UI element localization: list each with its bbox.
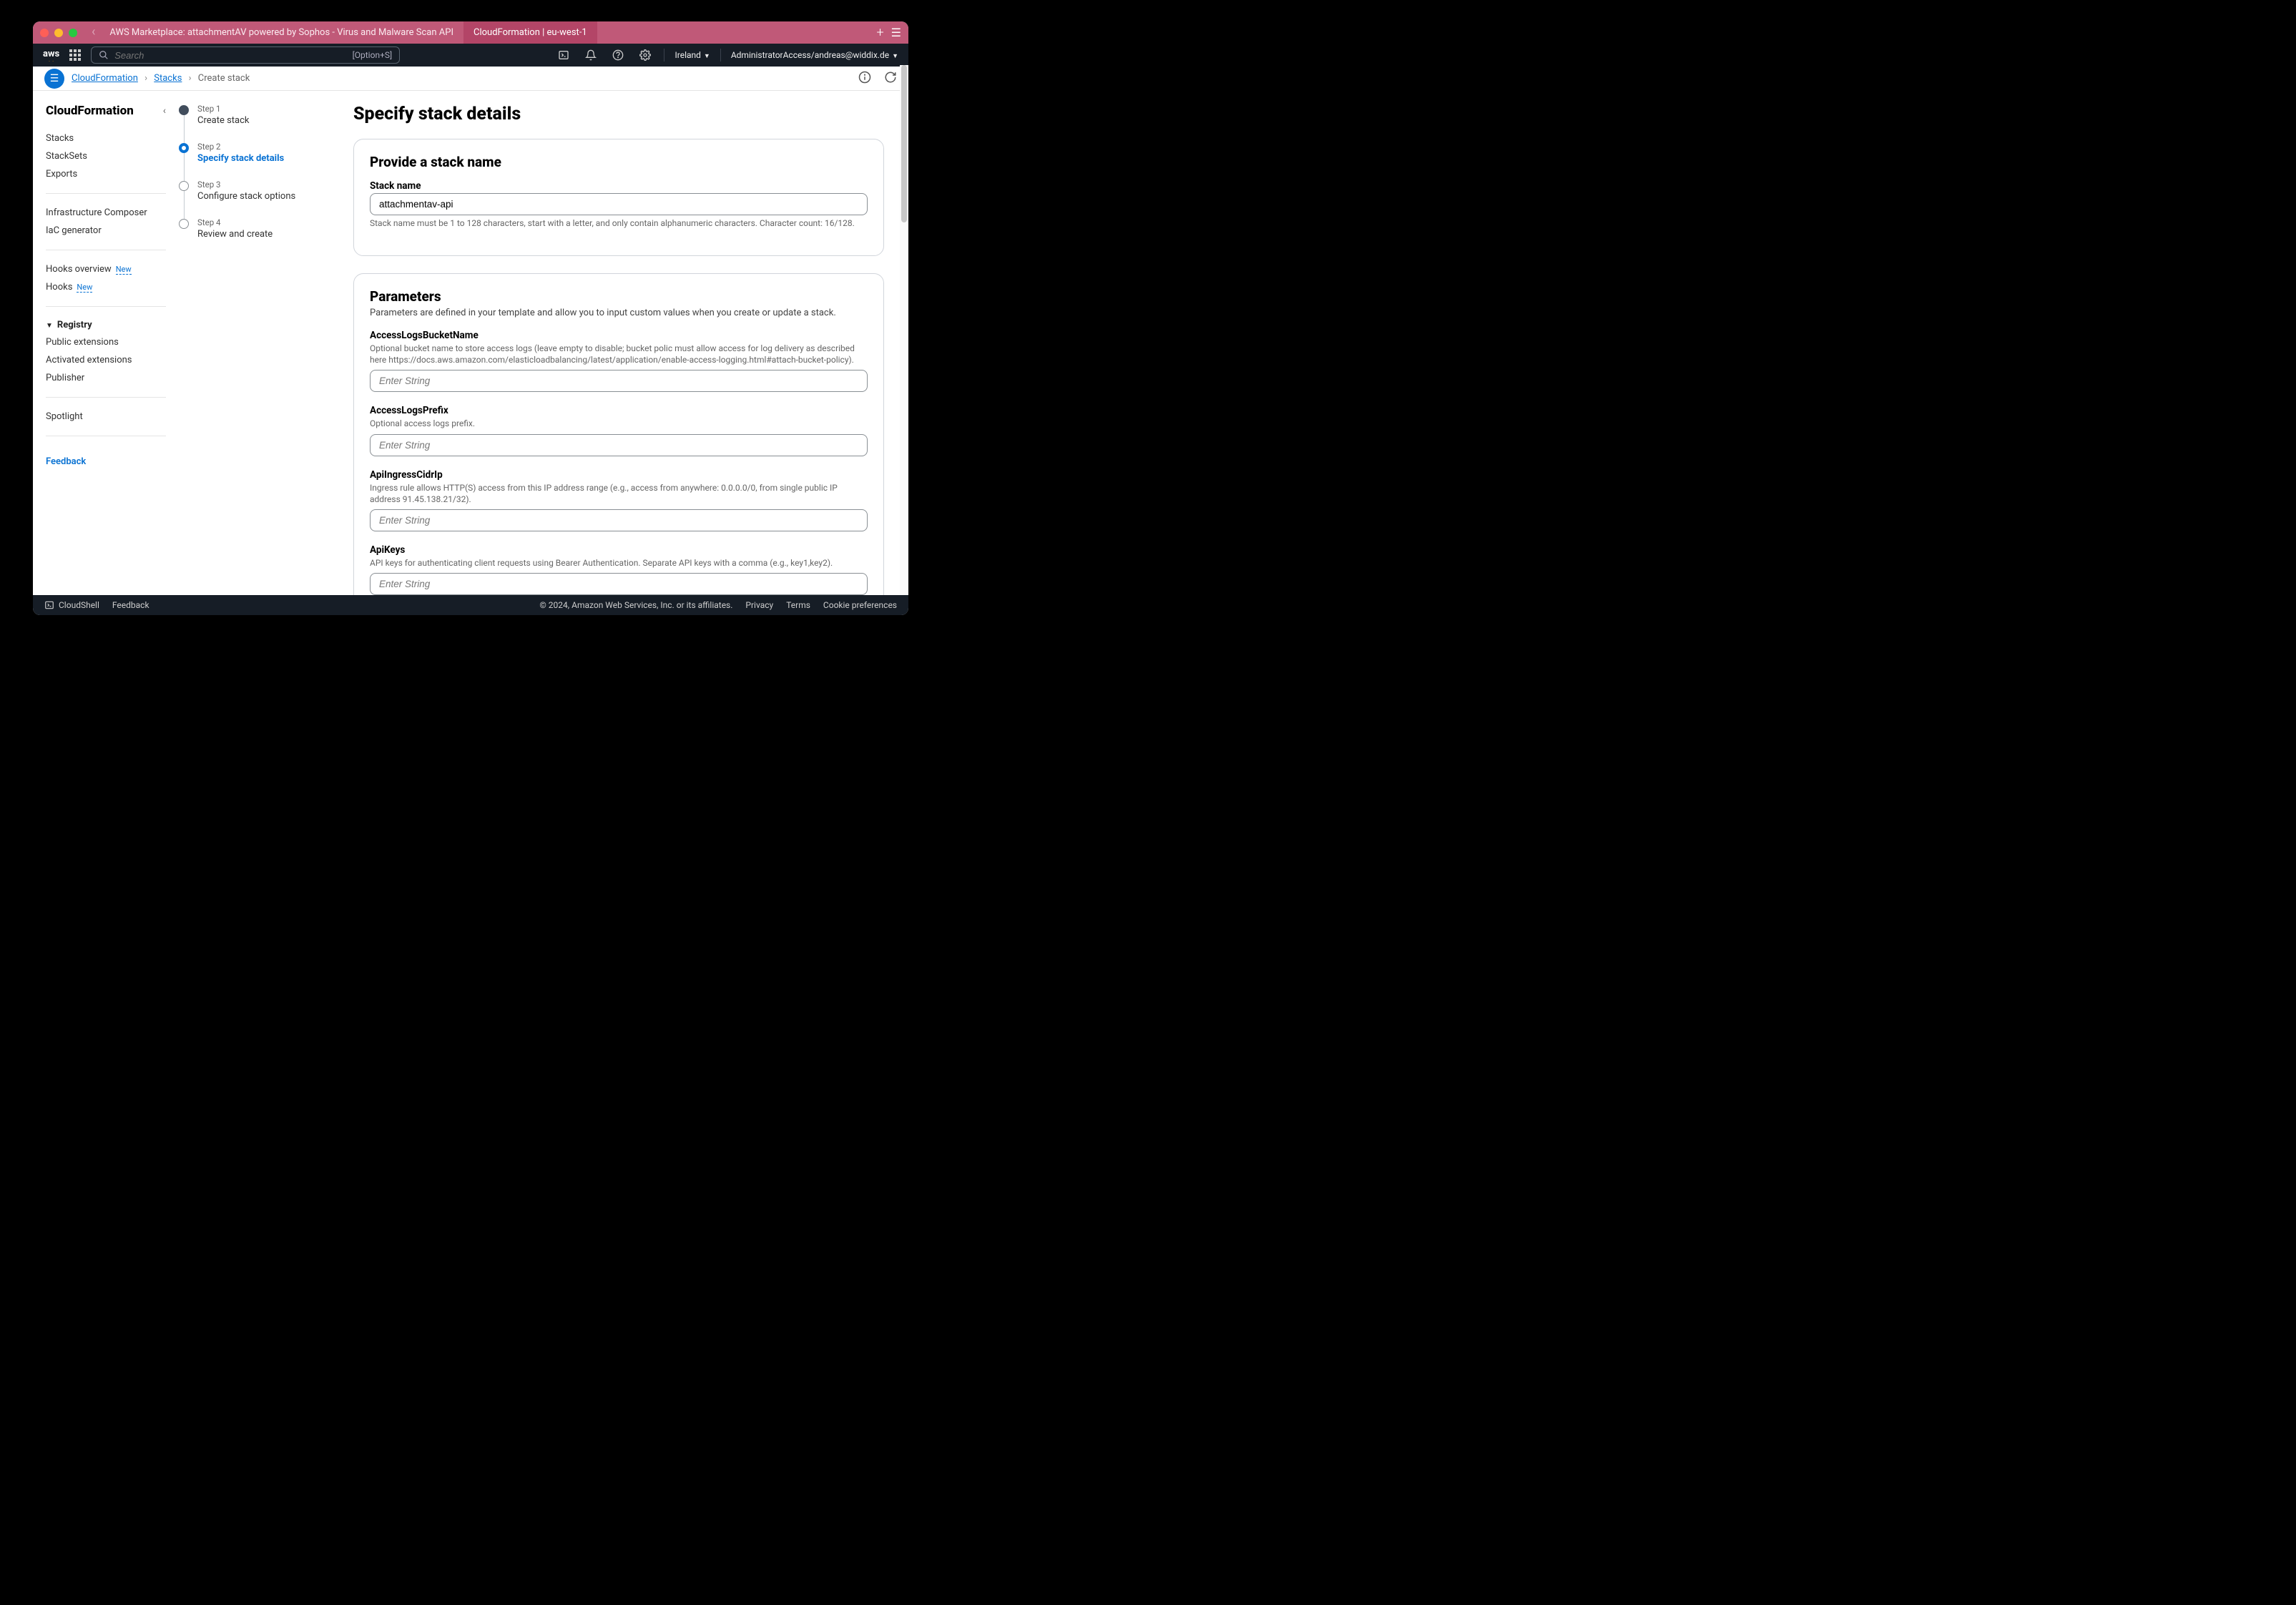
service-sidebar: CloudFormation ‹ Stacks StackSets Exports… — [33, 91, 179, 595]
global-search[interactable]: [Option+S] — [91, 46, 400, 64]
footer-cookies[interactable]: Cookie preferences — [823, 600, 897, 610]
aws-logo[interactable]: aws⌣ — [43, 49, 59, 62]
sidebar-item-hooks-overview[interactable]: Hooks overviewNew — [46, 260, 166, 278]
browser-tab-active[interactable]: CloudFormation | eu-west-1 — [463, 21, 597, 44]
stack-name-label: Stack name — [370, 180, 868, 193]
breadcrumb-cloudformation[interactable]: CloudFormation — [72, 73, 138, 84]
sidebar-collapse-icon[interactable]: ‹ — [163, 105, 166, 117]
breadcrumb: CloudFormation › Stacks › Create stack — [72, 73, 250, 84]
page-title: Specify stack details — [353, 104, 884, 124]
stack-name-input[interactable] — [370, 193, 868, 215]
step-1[interactable]: Step 1Create stack — [179, 104, 338, 142]
search-icon — [99, 50, 109, 60]
sidebar-item-iac-generator[interactable]: IaC generator — [46, 222, 166, 240]
sidebar-item-stacksets[interactable]: StackSets — [46, 147, 166, 165]
param-input-0[interactable] — [370, 370, 868, 392]
sidebar-registry-header[interactable]: ▼Registry — [46, 317, 166, 333]
cloudshell-icon[interactable] — [555, 49, 572, 61]
param-label: AccessLogsPrefix — [370, 405, 868, 418]
step-4[interactable]: Step 4Review and create — [179, 217, 338, 255]
param-desc: Optional access logs prefix. — [370, 418, 868, 433]
sidebar-item-infra-composer[interactable]: Infrastructure Composer — [46, 204, 166, 222]
param-label: ApiKeys — [370, 544, 868, 557]
wizard-stepper: Step 1Create stack Step 2Specify stack d… — [179, 91, 346, 595]
aws-footer: CloudShell Feedback © 2024, Amazon Web S… — [33, 595, 908, 615]
close-window-button[interactable] — [40, 29, 49, 37]
sidebar-feedback-link[interactable]: Feedback — [46, 446, 166, 467]
notifications-icon[interactable] — [582, 49, 599, 61]
services-grid-icon[interactable] — [69, 49, 81, 61]
param-input-3[interactable] — [370, 573, 868, 595]
panel-title: Parameters — [370, 288, 868, 305]
help-icon[interactable] — [609, 49, 627, 61]
sidebar-item-stacks[interactable]: Stacks — [46, 129, 166, 147]
refresh-icon[interactable] — [884, 71, 897, 87]
nav-back-button[interactable]: ‹ — [87, 24, 99, 41]
browser-tab-inactive[interactable]: AWS Marketplace: attachmentAV powered by… — [99, 21, 463, 44]
footer-feedback[interactable]: Feedback — [112, 600, 149, 610]
step-3[interactable]: Step 3Configure stack options — [179, 180, 338, 217]
param-desc: Optional bucket name to store access log… — [370, 343, 868, 370]
search-kbd-hint: [Option+S] — [353, 50, 393, 60]
footer-privacy[interactable]: Privacy — [745, 600, 773, 610]
sidebar-item-exports[interactable]: Exports — [46, 165, 166, 183]
side-nav-toggle[interactable]: ☰ — [44, 69, 64, 89]
footer-terms[interactable]: Terms — [786, 600, 810, 610]
param-desc: API keys for authenticating client reque… — [370, 557, 868, 573]
param-desc: Ingress rule allows HTTP(S) access from … — [370, 482, 868, 509]
step-2[interactable]: Step 2Specify stack details — [179, 142, 338, 180]
region-selector[interactable]: Ireland▼ — [674, 50, 710, 60]
breadcrumb-bar: ☰ CloudFormation › Stacks › Create stack — [33, 67, 908, 91]
account-menu[interactable]: AdministratorAccess/andreas@widdix.de▼ — [731, 50, 898, 60]
info-icon[interactable] — [858, 71, 871, 87]
window-titlebar: ‹ AWS Marketplace: attachmentAV powered … — [33, 21, 908, 44]
sidebar-item-hooks[interactable]: HooksNew — [46, 278, 166, 296]
maximize-window-button[interactable] — [69, 29, 77, 37]
panel-title: Provide a stack name — [370, 154, 868, 170]
sidebar-item-public-extensions[interactable]: Public extensions — [46, 333, 166, 351]
breadcrumb-stacks[interactable]: Stacks — [154, 73, 182, 84]
footer-copyright: © 2024, Amazon Web Services, Inc. or its… — [539, 600, 732, 610]
main-content: Specify stack details Provide a stack na… — [346, 91, 908, 595]
settings-icon[interactable] — [637, 49, 654, 61]
param-label: AccessLogsBucketName — [370, 330, 868, 343]
param-input-1[interactable] — [370, 434, 868, 456]
sidebar-item-spotlight[interactable]: Spotlight — [46, 408, 166, 426]
parameters-panel: Parameters Parameters are defined in you… — [353, 273, 884, 595]
param-input-2[interactable] — [370, 509, 868, 531]
panel-subtitle: Parameters are defined in your template … — [370, 308, 868, 318]
search-input[interactable] — [114, 50, 346, 61]
stack-name-hint: Stack name must be 1 to 128 characters, … — [370, 215, 868, 228]
page-scrollbar[interactable] — [900, 65, 908, 595]
browser-menu-button[interactable]: ☰ — [891, 26, 901, 39]
sidebar-item-activated-extensions[interactable]: Activated extensions — [46, 351, 166, 369]
sidebar-item-publisher[interactable]: Publisher — [46, 369, 166, 387]
new-tab-button[interactable]: + — [876, 25, 883, 40]
param-label: ApiIngressCidrIp — [370, 469, 868, 482]
footer-cloudshell[interactable]: CloudShell — [44, 600, 99, 610]
breadcrumb-current: Create stack — [198, 73, 250, 84]
sidebar-title: CloudFormation — [46, 104, 134, 118]
aws-top-nav: aws⌣ [Option+S] Ireland▼ AdministratorAc… — [33, 44, 908, 67]
stack-name-panel: Provide a stack name Stack name Stack na… — [353, 139, 884, 256]
minimize-window-button[interactable] — [54, 29, 63, 37]
